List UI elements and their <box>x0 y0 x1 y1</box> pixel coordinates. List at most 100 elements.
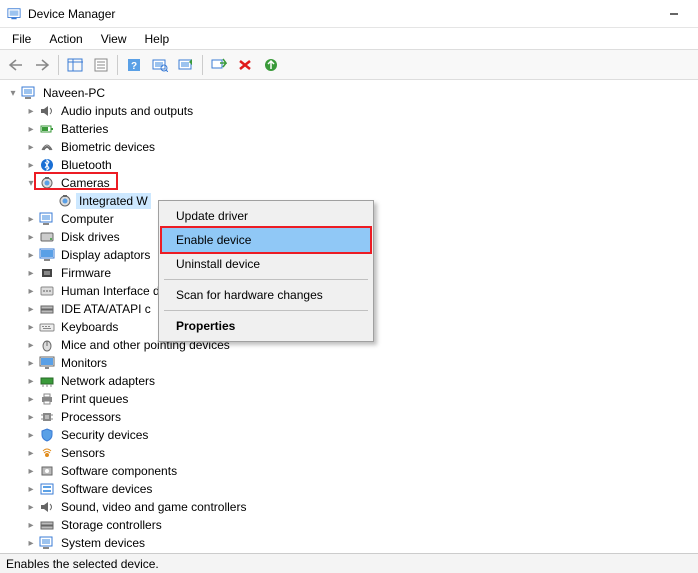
context-separator <box>164 279 368 280</box>
app-icon <box>6 6 22 22</box>
toolbar-separator <box>202 55 203 75</box>
device-icon <box>39 445 55 461</box>
tree-category[interactable]: ▸ Batteries <box>6 120 698 138</box>
forward-button[interactable] <box>30 53 54 77</box>
scan-hardware-button[interactable] <box>148 53 172 77</box>
expander-icon[interactable]: ▸ <box>24 212 38 226</box>
window-controls <box>660 4 692 24</box>
device-icon <box>39 175 55 191</box>
tree-category[interactable]: ▸ Sound, video and game controllers <box>6 498 698 516</box>
tree-category[interactable]: ▸ Storage controllers <box>6 516 698 534</box>
expander-icon[interactable]: ▾ <box>6 86 20 100</box>
statusbar-text: Enables the selected device. <box>6 557 159 571</box>
device-icon <box>39 247 55 263</box>
expander-icon[interactable]: ▸ <box>24 248 38 262</box>
expander-icon[interactable]: ▸ <box>24 302 38 316</box>
expander-icon[interactable]: ▸ <box>24 428 38 442</box>
tree-category[interactable]: ▸ Monitors <box>6 354 698 372</box>
node-label: Security devices <box>58 427 151 443</box>
enable-device-button[interactable] <box>207 53 231 77</box>
expander-icon[interactable]: ▸ <box>24 446 38 460</box>
tree-category[interactable]: ▸ Network adapters <box>6 372 698 390</box>
toolbar-separator <box>58 55 59 75</box>
show-hide-tree-button[interactable] <box>63 53 87 77</box>
tree-category[interactable]: ▸ Biometric devices <box>6 138 698 156</box>
device-icon <box>39 535 55 551</box>
expander-icon[interactable]: ▸ <box>24 392 38 406</box>
expander-icon[interactable]: ▸ <box>24 158 38 172</box>
node-label: IDE ATA/ATAPI c <box>58 301 154 317</box>
expander-icon[interactable]: ▸ <box>24 122 38 136</box>
menu-action[interactable]: Action <box>41 30 90 48</box>
tree-category[interactable]: ▸ Print queues <box>6 390 698 408</box>
camera-icon <box>57 193 73 209</box>
tree-category[interactable]: ▸ Security devices <box>6 426 698 444</box>
expander-icon[interactable]: ▸ <box>24 266 38 280</box>
context-uninstall-device[interactable]: Uninstall device <box>162 252 370 276</box>
statusbar: Enables the selected device. <box>0 553 698 573</box>
tree-category[interactable]: ▸ Software components <box>6 462 698 480</box>
toolbar: ? <box>0 50 698 80</box>
device-icon <box>39 373 55 389</box>
tree-root[interactable]: ▾ Naveen-PC <box>6 84 698 102</box>
expander-icon[interactable]: ▾ <box>24 176 38 190</box>
expander-icon[interactable]: ▸ <box>24 464 38 478</box>
tree-category[interactable]: ▸ Bluetooth <box>6 156 698 174</box>
menu-file[interactable]: File <box>4 30 39 48</box>
expander-icon[interactable]: ▸ <box>24 104 38 118</box>
node-label: Display adaptors <box>58 247 153 263</box>
expander-icon[interactable]: ▸ <box>24 284 38 298</box>
expander-icon[interactable]: ▸ <box>24 482 38 496</box>
back-button[interactable] <box>4 53 28 77</box>
window-title: Device Manager <box>28 7 660 21</box>
expander-icon[interactable]: ▸ <box>24 518 38 532</box>
update-driver-button[interactable] <box>174 53 198 77</box>
expander-icon[interactable]: ▸ <box>24 338 38 352</box>
expander-icon[interactable]: ▸ <box>24 374 38 388</box>
context-properties[interactable]: Properties <box>162 314 370 338</box>
expander-icon[interactable]: ▸ <box>24 140 38 154</box>
device-icon <box>39 481 55 497</box>
context-enable-device[interactable]: Enable device <box>160 226 372 254</box>
device-icon <box>39 355 55 371</box>
expander-icon[interactable]: ▸ <box>24 410 38 424</box>
node-label: Computer <box>58 211 117 227</box>
menubar: File Action View Help <box>0 28 698 50</box>
node-label: Audio inputs and outputs <box>58 103 196 119</box>
expander-icon[interactable]: ▸ <box>24 356 38 370</box>
properties-button[interactable] <box>89 53 113 77</box>
tree-category[interactable]: ▸ System devices <box>6 534 698 552</box>
menu-help[interactable]: Help <box>137 30 178 48</box>
context-scan-hardware[interactable]: Scan for hardware changes <box>162 283 370 307</box>
tree-category[interactable]: ▾ Cameras <box>6 174 698 192</box>
node-label: Human Interface d <box>58 283 163 299</box>
node-label: Print queues <box>58 391 131 407</box>
device-icon <box>39 319 55 335</box>
help-button[interactable]: ? <box>122 53 146 77</box>
node-label: System devices <box>58 535 148 551</box>
node-label: Cameras <box>58 175 113 191</box>
device-icon <box>39 211 55 227</box>
toolbar-separator <box>117 55 118 75</box>
context-update-driver[interactable]: Update driver <box>162 204 370 228</box>
menu-view[interactable]: View <box>93 30 135 48</box>
node-label: Disk drives <box>58 229 123 245</box>
context-separator <box>164 310 368 311</box>
node-label: Biometric devices <box>58 139 158 155</box>
device-icon <box>39 427 55 443</box>
node-label: Naveen-PC <box>40 85 108 101</box>
add-legacy-button[interactable] <box>259 53 283 77</box>
tree-category[interactable]: ▸ Processors <box>6 408 698 426</box>
minimize-button[interactable] <box>660 4 688 24</box>
expander-icon[interactable]: ▸ <box>24 500 38 514</box>
node-label: Bluetooth <box>58 157 115 173</box>
computer-icon <box>21 85 37 101</box>
expander-icon[interactable]: ▸ <box>24 320 38 334</box>
tree-category[interactable]: ▸ Software devices <box>6 480 698 498</box>
expander-icon[interactable]: ▸ <box>24 536 38 550</box>
expander-icon[interactable]: ▸ <box>24 230 38 244</box>
uninstall-button[interactable] <box>233 53 257 77</box>
tree-category[interactable]: ▸ Audio inputs and outputs <box>6 102 698 120</box>
node-label: Monitors <box>58 355 110 371</box>
tree-category[interactable]: ▸ Sensors <box>6 444 698 462</box>
